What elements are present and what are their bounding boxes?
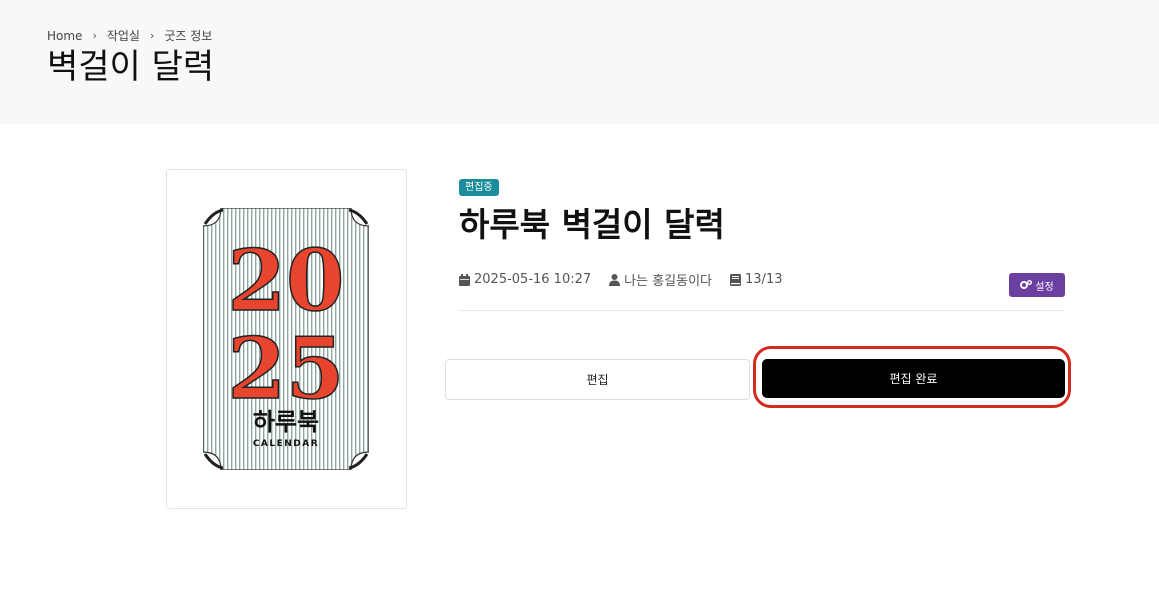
page-header: Home › 작업실 › 굿즈 정보 벽걸이 달력	[0, 0, 1159, 124]
edit-complete-button[interactable]: 편집 완료	[762, 359, 1065, 398]
divider	[459, 310, 1064, 311]
meta-pages-text: 13/13	[745, 272, 783, 287]
book-icon	[730, 273, 742, 286]
settings-button[interactable]: 설정	[1009, 273, 1065, 297]
chevron-right-icon: ›	[92, 29, 97, 42]
meta-author-text: 나는 홍길동이다	[624, 274, 713, 289]
cover-year-top: 20	[228, 231, 345, 330]
cover-subtitle: CALENDAR	[253, 439, 319, 449]
page-title: 벽걸이 달력	[47, 47, 215, 87]
product-title: 하루북 벽걸이 달력	[459, 205, 725, 244]
product-meta: 2025-05-16 10:27 나는 홍길동이다 13/13	[459, 270, 800, 289]
meta-date-text: 2025-05-16 10:27	[474, 272, 592, 287]
user-icon	[609, 273, 621, 286]
edit-complete-label: 편집 완료	[889, 372, 938, 386]
cover-brand: 하루북	[253, 408, 319, 436]
chevron-right-icon: ›	[149, 29, 155, 42]
status-badge: 편집중	[459, 179, 499, 196]
meta-author: 나는 홍길동이다	[609, 270, 712, 289]
calendar-icon	[459, 273, 470, 286]
calendar-cover-image: 20 25 하루북 CALENDAR	[203, 208, 369, 470]
cover-year-bottom: 25	[228, 319, 345, 418]
breadcrumb-studio[interactable]: 작업실	[107, 27, 140, 44]
breadcrumb-home[interactable]: Home	[47, 29, 82, 43]
edit-button-label: 편집	[586, 373, 609, 387]
edit-button[interactable]: 편집	[445, 359, 750, 400]
breadcrumb: Home › 작업실 › 굿즈 정보	[47, 27, 212, 44]
gears-icon	[1020, 280, 1033, 289]
breadcrumb-current: 굿즈 정보	[164, 29, 213, 43]
settings-label: 설정	[1035, 281, 1054, 293]
product-thumbnail: 20 25 하루북 CALENDAR	[166, 169, 407, 509]
meta-date: 2025-05-16 10:27	[459, 272, 591, 287]
meta-pages: 13/13	[730, 272, 782, 287]
